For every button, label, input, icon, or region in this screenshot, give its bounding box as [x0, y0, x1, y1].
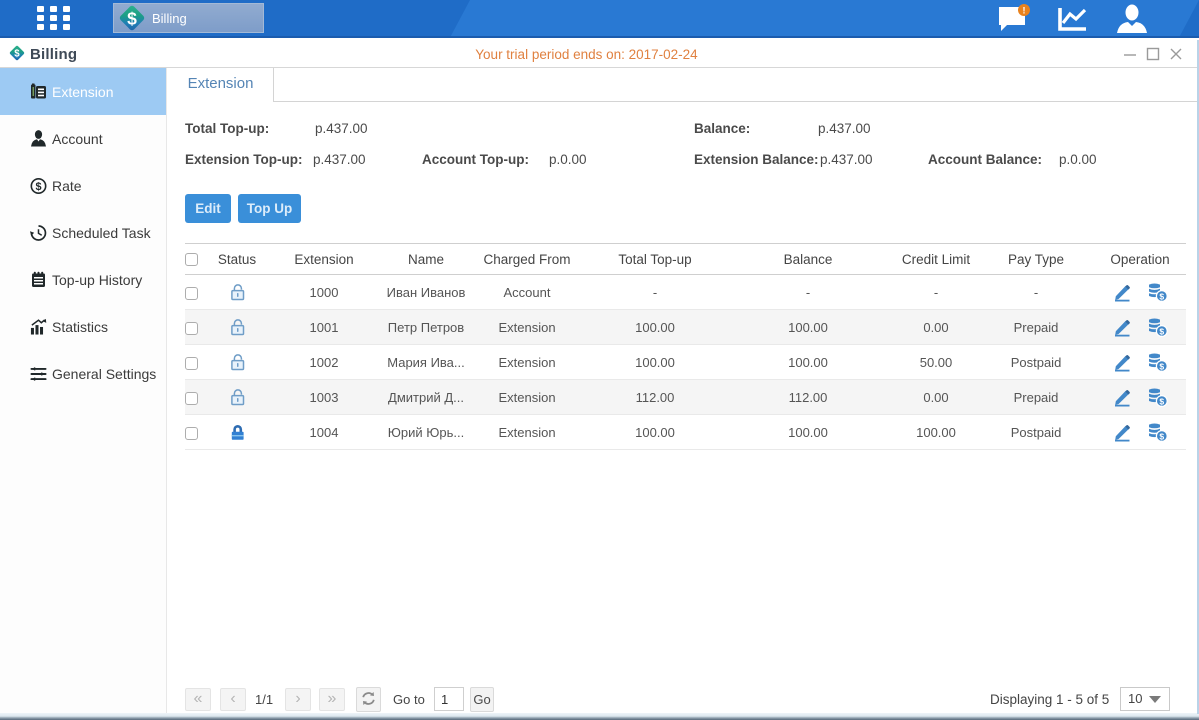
svg-text:$: $: [1159, 291, 1164, 301]
svg-text:$: $: [1159, 431, 1164, 441]
svg-text:$: $: [127, 9, 137, 29]
svg-text:$: $: [35, 180, 41, 192]
svg-text:!: !: [1023, 6, 1026, 16]
svg-text:$: $: [1159, 361, 1164, 371]
svg-text:$: $: [1159, 396, 1164, 406]
svg-text:$: $: [1159, 326, 1164, 336]
